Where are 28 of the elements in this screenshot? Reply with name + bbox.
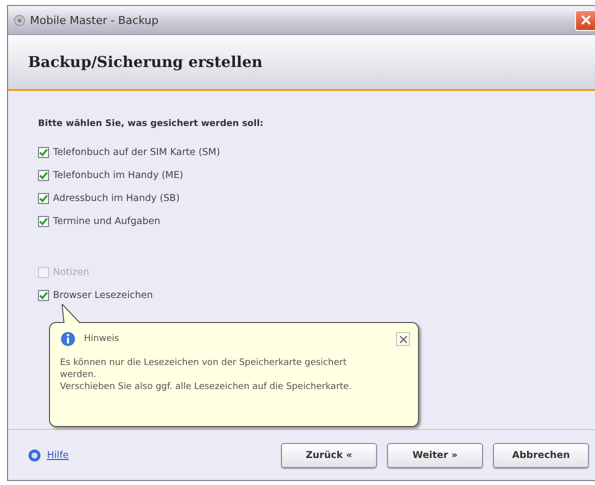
tooltip-title: Hinweis xyxy=(84,334,120,344)
checkbox-label: Termine und Aufgaben xyxy=(53,216,160,227)
dialog-button[interactable]: Abbrechen xyxy=(493,442,589,468)
window-title: Mobile Master - Backup xyxy=(30,14,158,26)
checkbox[interactable] xyxy=(38,147,49,158)
help-icon xyxy=(28,448,41,462)
checkbox[interactable] xyxy=(38,216,49,227)
close-icon xyxy=(581,15,591,25)
page-heading: Backup/Sicherung erstellen xyxy=(28,53,263,71)
close-button[interactable] xyxy=(575,10,595,30)
info-icon xyxy=(60,331,76,347)
checkbox[interactable] xyxy=(38,170,49,181)
dialog-button[interactable]: Weiter » xyxy=(387,442,483,468)
checkbox[interactable] xyxy=(38,193,49,204)
close-icon xyxy=(400,336,406,342)
checkbox-label: Browser Lesezeichen xyxy=(53,290,153,301)
app-icon xyxy=(14,14,25,26)
checkbox[interactable] xyxy=(38,290,49,301)
tooltip-text: Es können nur die Lesezeichen von der Speicherkarte gesichert werden. xyxy=(60,357,348,381)
dialog-button[interactable]: Zurück « xyxy=(281,442,377,468)
help-link[interactable]: Hilfe xyxy=(47,450,69,460)
checkbox-label: Adressbuch im Handy (SB) xyxy=(53,193,180,204)
checkbox-label: Telefonbuch im Handy (ME) xyxy=(53,170,184,181)
tooltip-close-button[interactable] xyxy=(396,332,410,346)
tooltip-text: Verschieben Sie also ggf. alle Lesezeichen auf die Speicherkarte. xyxy=(60,381,353,393)
checkbox-label: Telefonbuch auf der SIM Karte (SM) xyxy=(53,147,220,158)
checkbox-label: Notizen xyxy=(53,267,90,278)
instruction-text: Bitte wählen Sie, was gesichert werden soll: xyxy=(38,119,264,129)
